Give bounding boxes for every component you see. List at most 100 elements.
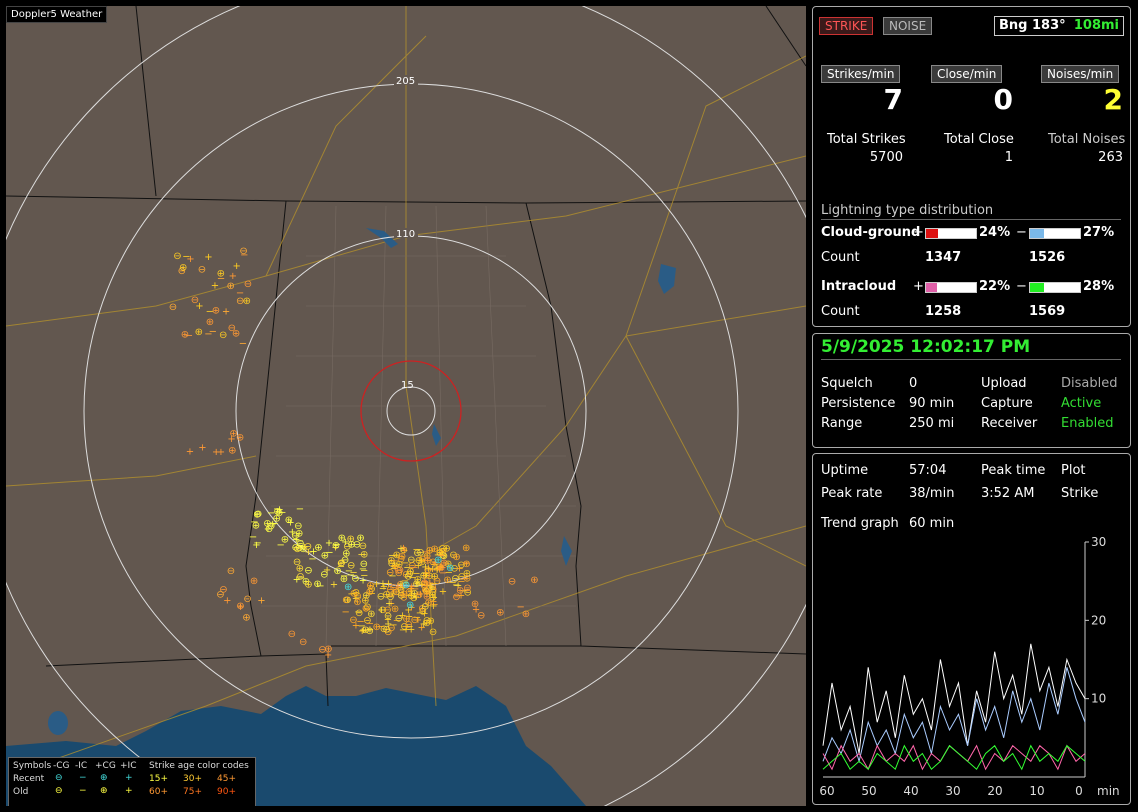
- trend-graph: 30 20 10 60 50 40 30 20 10 0 min: [819, 535, 1120, 798]
- strike-marker: ⊖: [320, 569, 328, 580]
- strikes-per-min-value: 7: [883, 83, 903, 116]
- y-tick-label: 10: [1091, 692, 1106, 706]
- strike-marker: ⊖: [351, 573, 359, 584]
- strike-marker: −: [343, 595, 351, 606]
- strike-marker: −: [517, 602, 525, 613]
- noises-per-min-label[interactable]: Noises/min: [1041, 65, 1120, 83]
- strike-marker: ⊖: [355, 608, 363, 619]
- cg-positive-bar: [925, 228, 977, 239]
- intracloud-label: Intracloud: [821, 279, 897, 294]
- strike-marker: +: [288, 527, 296, 538]
- distribution-title: Lightning type distribution: [821, 203, 994, 218]
- strike-marker: ⊕: [304, 580, 312, 591]
- receiver-label: Receiver: [981, 416, 1038, 431]
- range-label-205: 205: [396, 76, 415, 87]
- symbol-legend: Symbols -CG -IC +CG +IC Strike age color…: [8, 757, 256, 806]
- datetime: 5/9/2025 12:02:17 PM: [821, 337, 1031, 357]
- total-strikes-value: 5700: [869, 150, 903, 165]
- strike-marker: +: [439, 587, 447, 598]
- plot-value[interactable]: Strike: [1061, 486, 1098, 501]
- strike-indicator[interactable]: STRIKE: [819, 17, 874, 35]
- cg-negative-pct: 27%: [1083, 225, 1115, 240]
- strike-marker: ⊕: [206, 317, 214, 328]
- strike-marker: ⊕: [227, 281, 235, 292]
- plot-label: Plot: [1061, 463, 1086, 478]
- age-30: 30+: [183, 774, 202, 784]
- peak-rate-label: Peak rate: [821, 486, 883, 501]
- map-canvas: 205 110 15 ⊖+ +⊖⊕+⊖ ⊕⊖++⊖−⊖− ⊕⊕⊖+ −⊕−⊕+⊕⊕−+⊖…: [6, 6, 806, 806]
- map-title: Doppler5 Weather: [6, 6, 108, 23]
- total-close-value: 1: [1004, 150, 1013, 165]
- strike-stats-panel: STRIKE NOISE Bng 183° 108mi Strikes/min …: [812, 6, 1131, 327]
- strike-marker: +: [222, 306, 230, 317]
- close-per-min-label[interactable]: Close/min: [931, 65, 1003, 83]
- strike-marker: −: [249, 532, 257, 543]
- receiver-value[interactable]: Enabled: [1061, 416, 1114, 431]
- x-axis-label: min: [1097, 784, 1120, 798]
- legend-col-neg-cg: -CG: [53, 761, 70, 771]
- strike-marker: −: [277, 540, 285, 551]
- strike-marker: −: [204, 329, 212, 340]
- ic-minus-sign: −: [1016, 279, 1027, 294]
- strike-marker: ⊕: [471, 599, 479, 610]
- strike-marker: +: [384, 579, 392, 590]
- radar-map[interactable]: 205 110 15 ⊖ + + ⊖ ⊕ + ⊖ ⊕ ⊖ + + ⊖ − ⊖ − ⊕ ⊕ ⊖ + − ⊕ − ⊕ + ⊕ ⊕ − + ⊖…: [6, 6, 806, 806]
- ic-negative-count: 1569: [1029, 304, 1066, 319]
- settings-divider: [821, 359, 1121, 360]
- strike-marker: ⊕: [356, 533, 364, 544]
- strike-marker: −: [463, 585, 471, 596]
- strike-marker: −: [185, 330, 193, 341]
- strike-marker: +: [211, 281, 219, 292]
- strike-marker: −: [316, 581, 324, 592]
- legend-col-neg-ic: -IC: [75, 761, 88, 771]
- strike-marker: +: [198, 443, 206, 454]
- strike-marker: ⊖: [352, 588, 360, 599]
- cg-positive-count: 1347: [925, 250, 962, 265]
- trend-graph-label: Trend graph: [821, 516, 899, 531]
- strike-marker: ⊖: [216, 590, 224, 601]
- strike-marker: −: [392, 551, 400, 562]
- peak-time-value: 3:52 AM: [981, 486, 1035, 501]
- noise-indicator[interactable]: NOISE: [883, 17, 933, 35]
- x-tick-label: 10: [1029, 784, 1044, 798]
- close-per-min-value: 0: [993, 83, 1013, 116]
- recent-pos-ic-symbol-icon: +: [125, 773, 133, 783]
- strike-marker: ⊖: [304, 565, 312, 576]
- legend-recent-label: Recent: [13, 774, 45, 784]
- strike-marker: −: [182, 251, 190, 262]
- peak-rate-value: 38/min: [909, 486, 955, 501]
- legend-col-pos-cg: +CG: [95, 761, 116, 771]
- bearing-value: Bng 183°: [999, 18, 1066, 33]
- cg-positive-pct: 24%: [979, 225, 1011, 240]
- age-90: 90+: [217, 787, 236, 797]
- strike-marker: −: [278, 507, 286, 518]
- strikes-per-min-label[interactable]: Strikes/min: [821, 65, 901, 83]
- total-strikes-label: Total Strikes: [827, 132, 906, 147]
- legend-col-pos-ic: +IC: [120, 761, 137, 771]
- cg-plus-sign: +: [913, 225, 924, 240]
- age-75: 75+: [183, 787, 202, 797]
- total-close-label: Total Close: [944, 132, 1014, 147]
- strike-marker: ⊕: [353, 597, 361, 608]
- x-tick-label: 30: [945, 784, 960, 798]
- strike-marker: ⊕: [360, 550, 368, 561]
- strike-marker: ⊖: [198, 264, 206, 275]
- old-pos-cg-symbol-icon: ⊕: [100, 786, 108, 796]
- peak-time-label: Peak time: [981, 463, 1046, 478]
- legend-old-label: Old: [13, 787, 29, 797]
- persistence-value: 90 min: [909, 396, 955, 411]
- strike-marker: ⊖: [299, 637, 307, 648]
- upload-value[interactable]: Disabled: [1061, 376, 1117, 391]
- recent-pos-cg-symbol-icon: ⊕: [100, 773, 108, 783]
- y-tick-label: 20: [1091, 613, 1106, 627]
- capture-value[interactable]: Active: [1061, 396, 1101, 411]
- x-tick-label: 0: [1075, 784, 1083, 798]
- cg-minus-sign: −: [1016, 225, 1027, 240]
- recent-strike-marker: ⊕: [434, 555, 442, 566]
- strike-marker: −: [412, 569, 420, 580]
- squelch-label: Squelch: [821, 376, 873, 391]
- strike-marker: −: [239, 339, 247, 350]
- x-tick-label: 40: [903, 784, 918, 798]
- range-value: 250 mi: [909, 416, 955, 431]
- squelch-value: 0: [909, 376, 918, 391]
